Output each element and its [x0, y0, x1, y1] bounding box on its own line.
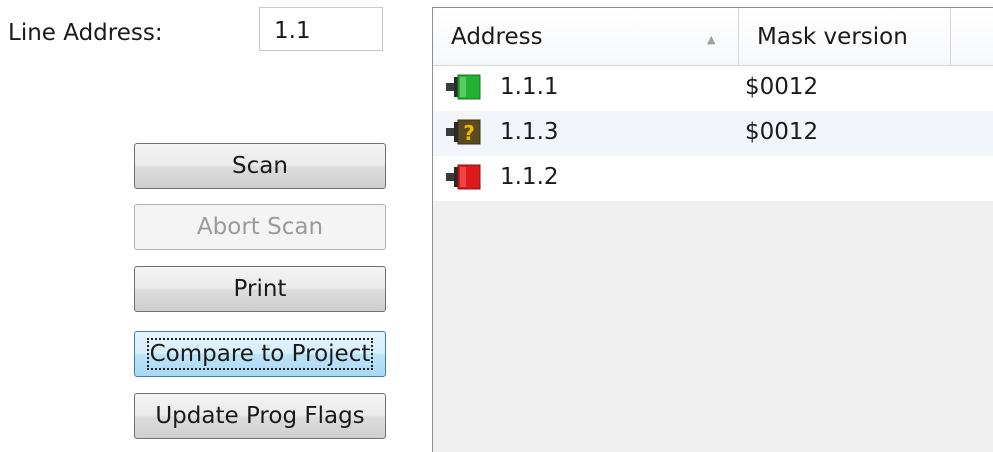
- table-row[interactable]: 1.1.2: [433, 156, 993, 201]
- print-button[interactable]: Print: [134, 266, 386, 312]
- row-address: 1.1.3: [500, 119, 559, 145]
- compare-to-project-button-label: Compare to Project: [146, 338, 374, 370]
- column-header-mask-version-label: Mask version: [757, 24, 908, 50]
- row-mask-version: $0012: [745, 119, 819, 145]
- device-unknown-icon: ?: [446, 119, 481, 145]
- device-error-icon: [446, 164, 481, 190]
- scan-button[interactable]: Scan: [134, 143, 386, 189]
- print-button-label: Print: [233, 276, 287, 302]
- table-row[interactable]: ? 1.1.3 $0012: [433, 111, 993, 156]
- scan-button-label: Scan: [232, 153, 288, 179]
- sort-ascending-icon: ▲: [707, 33, 716, 46]
- line-address-input[interactable]: 1.1: [259, 7, 383, 51]
- table-row[interactable]: 1.1.1 $0012: [433, 66, 993, 111]
- row-address: 1.1.2: [500, 164, 559, 190]
- device-list[interactable]: Address ▲ Mask version 1.1.1 $0012 ? 1.1…: [432, 7, 993, 452]
- abort-scan-button[interactable]: Abort Scan: [134, 204, 386, 250]
- device-ok-icon: [446, 74, 481, 100]
- svg-text:?: ?: [463, 121, 475, 145]
- column-header-address[interactable]: Address ▲: [433, 8, 739, 65]
- row-address: 1.1.1: [500, 74, 559, 100]
- line-address-label: Line Address:: [8, 20, 163, 46]
- update-prog-flags-button[interactable]: Update Prog Flags: [134, 393, 386, 439]
- compare-to-project-button[interactable]: Compare to Project: [134, 331, 386, 377]
- column-header-mask-version[interactable]: Mask version: [739, 8, 951, 65]
- row-mask-version: $0012: [745, 74, 819, 100]
- update-prog-flags-button-label: Update Prog Flags: [155, 403, 365, 429]
- device-list-header: Address ▲ Mask version: [433, 8, 993, 66]
- column-header-address-label: Address: [451, 24, 543, 50]
- abort-scan-button-label: Abort Scan: [196, 214, 324, 240]
